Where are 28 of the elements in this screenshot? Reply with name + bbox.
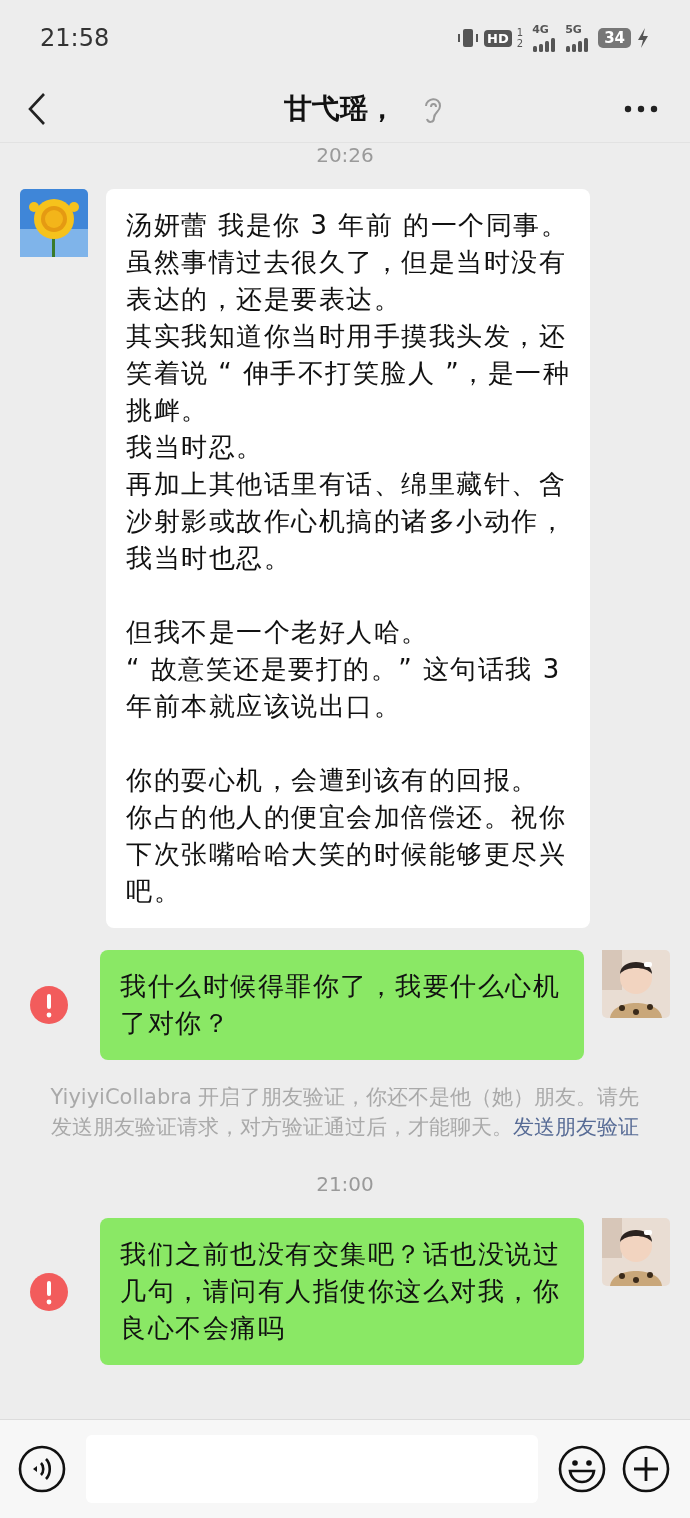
message-text: 我们之前也没有交集吧？话也没说过几句，请问有人指使你这么对我，你良心不会痛吗 <box>120 1238 561 1345</box>
verify-link[interactable]: 发送朋友验证 <box>513 1115 639 1139</box>
back-icon[interactable] <box>26 92 48 126</box>
message-text: “ 故意笑还是要打的。” 这句话我 3 年前本就应该说出口。 <box>126 653 562 723</box>
battery-level: 34 <box>598 28 631 48</box>
message-text: 你的耍心机，会遭到该有的回报。 <box>126 764 540 797</box>
message-text: 其实我知道你当时用手摸我头发，还笑着说 “ 伸手不打笑脸人 ”，是一种挑衅。 <box>126 320 572 427</box>
message-text: 你占的他人的便宜会加倍偿还。祝你下次张嘴哈哈大笑的时候能够更尽兴吧。 <box>126 801 567 908</box>
message-text: 再加上其他话里有话、绵里藏针、含沙射影或故作心机搞的诸多小动作，我当时也忍。 <box>126 468 567 575</box>
message-text: 我当时忍。 <box>126 431 265 464</box>
network-label: 5G <box>565 23 582 35</box>
chat-title: 甘弋瑶， <box>284 91 396 127</box>
sim-slot-label: 1 <box>516 27 524 38</box>
message-text: 我什么时候得罪你了，我要什么心机了对你？ <box>120 970 561 1040</box>
sim-slot-label: 2 <box>516 38 524 49</box>
vibrate-icon <box>457 27 480 49</box>
status-time: 21:58 <box>40 24 110 52</box>
system-notice: YiyiyiCollabra 开启了朋友验证，你还不是他（她）朋友。请先发送朋友验证请求，对方验证通过后，才能聊天。发送朋友验证 <box>50 1084 640 1141</box>
more-icon[interactable] <box>624 105 658 113</box>
timestamp: 20:26 <box>315 143 375 167</box>
hd-badge: HD <box>484 29 512 47</box>
message-text: 汤妍蕾 我是你 3 年前 的一个同事。虽然事情过去很久了，但是当时没有表达的，还是要表达。 <box>126 209 570 316</box>
network-label: 4G <box>532 23 549 35</box>
emoji-icon[interactable] <box>558 1445 606 1493</box>
plus-icon[interactable] <box>622 1445 670 1493</box>
message-text: 但我不是一个老好人哈。 <box>126 616 430 649</box>
timestamp: 21:00 <box>315 1172 375 1196</box>
voice-icon[interactable] <box>18 1445 66 1493</box>
